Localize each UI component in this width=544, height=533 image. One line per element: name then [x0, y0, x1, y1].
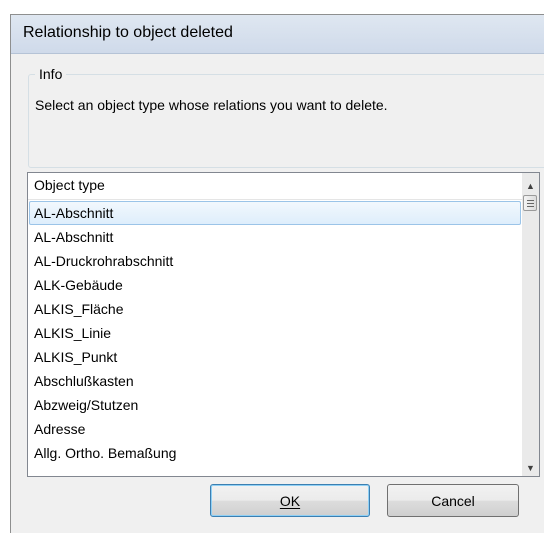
window-title: Relationship to object deleted: [23, 24, 233, 41]
scroll-down-arrow-icon[interactable]: ▼: [522, 459, 539, 476]
list-item[interactable]: Abschlußkasten: [29, 369, 521, 393]
vertical-scrollbar[interactable]: ▲ ▼: [522, 173, 539, 476]
title-bar[interactable]: Relationship to object deleted: [11, 15, 544, 54]
list-item[interactable]: AL-Druckrohrabschnitt: [29, 249, 521, 273]
info-group: Info Select an object type whose relatio…: [28, 66, 544, 168]
object-type-list[interactable]: Object type AL-Abschnitt AL-Abschnitt AL-D…: [27, 172, 540, 477]
list-item[interactable]: ALKIS_Punkt: [29, 345, 521, 369]
ok-button[interactable]: OK: [210, 484, 370, 517]
scroll-up-arrow-icon[interactable]: ▲: [522, 177, 539, 194]
column-header-label: Object type: [34, 177, 105, 193]
list-item[interactable]: Adresse: [29, 417, 521, 441]
list-rows: AL-Abschnitt AL-Abschnitt AL-Druckrohrabsc…: [29, 201, 521, 465]
scroll-thumb[interactable]: [523, 195, 537, 211]
info-text: Select an object type whose relations yo…: [35, 97, 388, 113]
cancel-button[interactable]: Cancel: [387, 484, 519, 517]
dialog-window: Relationship to object deleted Info Sele…: [10, 14, 544, 533]
list-item[interactable]: ALK-Gebäude: [29, 273, 521, 297]
list-item[interactable]: Abzweig/Stutzen: [29, 393, 521, 417]
list-item[interactable]: AL-Abschnitt: [29, 225, 521, 249]
ok-button-label: OK: [279, 492, 301, 509]
list-item[interactable]: Allg. Ortho. Bemaßung: [29, 441, 521, 465]
column-header-object-type[interactable]: Object type: [28, 173, 522, 200]
list-item[interactable]: ALKIS_Linie: [29, 321, 521, 345]
list-item[interactable]: AL-Abschnitt: [29, 201, 521, 225]
grip-icon: [526, 199, 534, 207]
list-item[interactable]: ALKIS_Fläche: [29, 297, 521, 321]
info-group-legend: Info: [35, 66, 67, 82]
